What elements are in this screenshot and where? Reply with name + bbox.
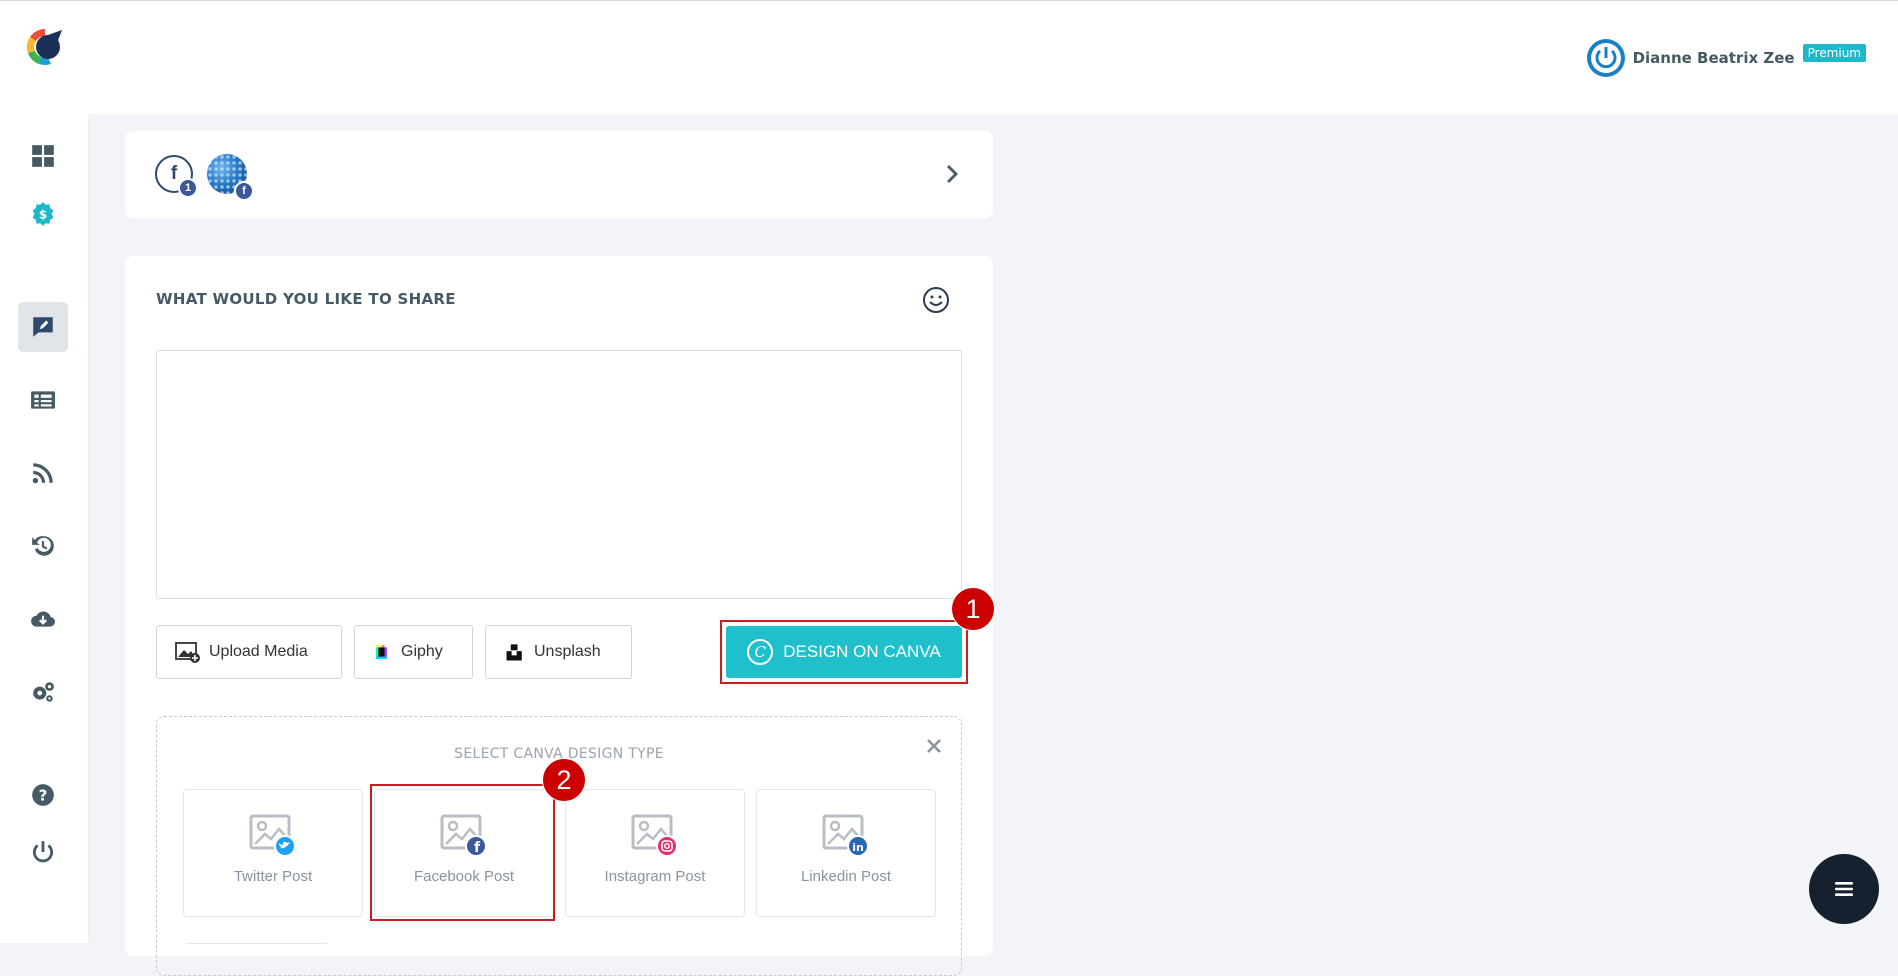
twitter-post-label: Twitter Post (233, 868, 313, 885)
step-marker-1: 1 (951, 587, 995, 631)
facebook-badge-icon: f (234, 181, 254, 201)
design-on-canva-button[interactable]: C DESIGN ON CANVA (726, 626, 962, 678)
dashboard-icon[interactable] (18, 131, 68, 181)
app-logo[interactable] (24, 26, 66, 68)
top-header: Dianne Beatrix Zee Premium (88, 1, 1898, 114)
upload-media-button[interactable]: Upload Media (156, 625, 342, 679)
user-avatar-icon[interactable] (1586, 39, 1625, 77)
rss-feed-icon[interactable] (18, 448, 68, 498)
unsplash-button[interactable]: Unsplash (485, 625, 632, 679)
unsplash-label: Unsplash (534, 643, 601, 660)
upload-media-label: Upload Media (209, 643, 308, 660)
twitter-post-image-icon (249, 814, 296, 857)
instagram-post-option[interactable]: Instagram Post (565, 789, 745, 917)
step-marker-2: 2 (542, 758, 586, 802)
user-menu[interactable]: Dianne Beatrix Zee Premium (1586, 39, 1866, 77)
post-text-input[interactable] (156, 350, 962, 599)
canva-logo-icon: C (747, 639, 774, 665)
premium-badge: Premium (1802, 44, 1866, 62)
cloud-download-icon[interactable] (18, 594, 68, 644)
close-icon[interactable] (925, 737, 943, 755)
linkedin-post-option[interactable]: in Linkedin Post (756, 789, 936, 917)
canva-design-type-panel: SELECT CANVA DESIGN TYPE Twitter Post f … (156, 716, 962, 976)
history-icon[interactable] (18, 521, 68, 571)
linkedin-post-image-icon: in (822, 814, 869, 857)
canva-button-label: DESIGN ON CANVA (783, 642, 941, 661)
menu-icon (1835, 882, 1853, 896)
selected-accounts-card[interactable]: f 1 f (125, 131, 993, 218)
image-upload-icon (175, 642, 200, 663)
share-heading: WHAT WOULD YOU LIKE TO SHARE (156, 290, 456, 308)
svg-text:in: in (852, 841, 864, 854)
billing-icon[interactable]: $ (18, 189, 68, 239)
facebook-account-count: 1 (178, 178, 198, 198)
help-icon[interactable]: ? (18, 770, 68, 820)
svg-text:$: $ (39, 207, 47, 221)
giphy-button[interactable]: Giphy (354, 625, 473, 679)
giphy-label: Giphy (401, 643, 443, 660)
unsplash-icon (506, 644, 522, 661)
instagram-post-image-icon (631, 814, 678, 857)
sidebar: $ ? (0, 1, 89, 943)
emoji-icon[interactable] (922, 286, 950, 314)
more-options-divider (187, 943, 327, 948)
twitter-post-option[interactable]: Twitter Post (183, 789, 363, 917)
floating-menu-button[interactable] (1809, 854, 1879, 924)
facebook-post-highlight-frame (370, 784, 555, 921)
giphy-icon (376, 645, 387, 659)
chevron-right-icon[interactable] (941, 161, 963, 187)
posts-list-icon[interactable] (18, 375, 68, 425)
svg-text:?: ? (39, 786, 48, 804)
compose-card: WHAT WOULD YOU LIKE TO SHARE Upload Medi… (125, 256, 995, 976)
canva-highlight-frame: C DESIGN ON CANVA (720, 620, 968, 684)
facebook-page-avatar[interactable]: f (207, 154, 254, 201)
user-name: Dianne Beatrix Zee (1632, 49, 1795, 67)
linkedin-post-label: Linkedin Post (800, 868, 892, 885)
logout-icon[interactable] (18, 827, 68, 877)
settings-icon[interactable] (18, 667, 68, 717)
compose-icon[interactable] (18, 302, 68, 352)
instagram-post-label: Instagram Post (604, 868, 706, 885)
facebook-account-icon[interactable]: f 1 (155, 155, 198, 198)
